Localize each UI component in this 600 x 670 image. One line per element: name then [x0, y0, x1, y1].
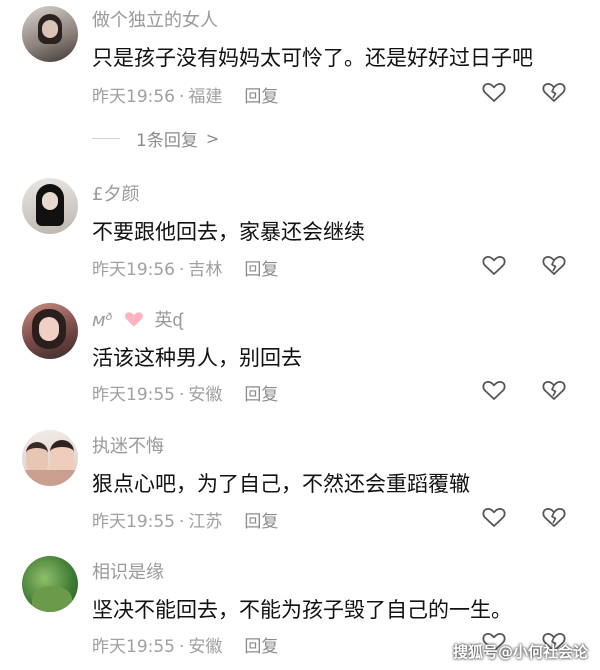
- avatar[interactable]: [22, 6, 78, 62]
- comment-meta: 昨天19:55 · 安徽 回复: [92, 637, 279, 657]
- broken-heart-outline-icon[interactable]: [541, 378, 567, 402]
- timestamp: 昨天19:55: [92, 512, 175, 532]
- reply-button[interactable]: 回复: [244, 512, 278, 532]
- avatar[interactable]: [22, 556, 78, 612]
- username[interactable]: £夕颜: [92, 180, 139, 206]
- location: 福建: [188, 87, 223, 107]
- broken-heart-outline-icon[interactable]: [541, 80, 567, 104]
- replies-count: 1条回复: [136, 131, 198, 151]
- comment-meta: 昨天19:56 · 吉林 回复: [92, 260, 279, 280]
- comment-meta: 昨天19:55 · 江苏 回复: [92, 512, 279, 532]
- timestamp: 昨天19:56: [92, 87, 175, 107]
- heart-outline-icon[interactable]: [481, 505, 507, 529]
- username-suffix: ᶑ: [172, 310, 183, 331]
- location: 吉林: [188, 260, 223, 280]
- comment-text: 坚决不能回去，不能为孩子毁了自己的一生。: [92, 598, 512, 622]
- location: 安徽: [188, 385, 223, 405]
- avatar[interactable]: [22, 303, 78, 359]
- comment-text: 狠点心吧，为了自己，不然还会重蹈覆辙: [92, 472, 470, 496]
- avatar[interactable]: [22, 430, 78, 486]
- reply-button[interactable]: 回复: [244, 385, 278, 405]
- heart-outline-icon[interactable]: [481, 378, 507, 402]
- reply-button[interactable]: 回复: [244, 87, 278, 107]
- location: 安徽: [188, 637, 223, 657]
- timestamp: 昨天19:55: [92, 637, 175, 657]
- username[interactable]: 执迷不悔: [92, 432, 164, 458]
- comment-text: 活该这种男人，别回去: [92, 346, 302, 370]
- divider: [92, 138, 120, 139]
- broken-heart-outline-icon[interactable]: [541, 505, 567, 529]
- broken-heart-outline-icon[interactable]: [541, 253, 567, 277]
- timestamp: 昨天19:55: [92, 385, 175, 405]
- username[interactable]: ᴍᶞ 英ᶑ: [92, 306, 183, 334]
- chevron-right-icon: >: [205, 129, 220, 148]
- comment-text: 只是孩子没有妈妈太可怜了。还是好好过日子吧: [92, 46, 533, 70]
- watermark: 搜狐号@小何社会论: [452, 643, 588, 661]
- view-replies-button[interactable]: 1条回复 >: [92, 126, 219, 151]
- timestamp: 昨天19:56: [92, 260, 175, 280]
- heart-outline-icon[interactable]: [481, 253, 507, 277]
- reply-button[interactable]: 回复: [244, 260, 278, 280]
- username-name: 英: [154, 310, 173, 331]
- comment-meta: 昨天19:56 · 福建 回复: [92, 87, 279, 107]
- location: 江苏: [188, 512, 223, 532]
- username[interactable]: 相识是缘: [92, 558, 164, 584]
- reply-button[interactable]: 回复: [244, 637, 278, 657]
- heart-outline-icon[interactable]: [481, 80, 507, 104]
- username-prefix: ᴍᶞ: [92, 310, 114, 331]
- avatar[interactable]: [22, 178, 78, 234]
- username[interactable]: 做个独立的女人: [92, 6, 218, 32]
- pink-heart-icon: [123, 309, 145, 334]
- comment-text: 不要跟他回去，家暴还会继续: [92, 220, 365, 244]
- comment-meta: 昨天19:55 · 安徽 回复: [92, 385, 279, 405]
